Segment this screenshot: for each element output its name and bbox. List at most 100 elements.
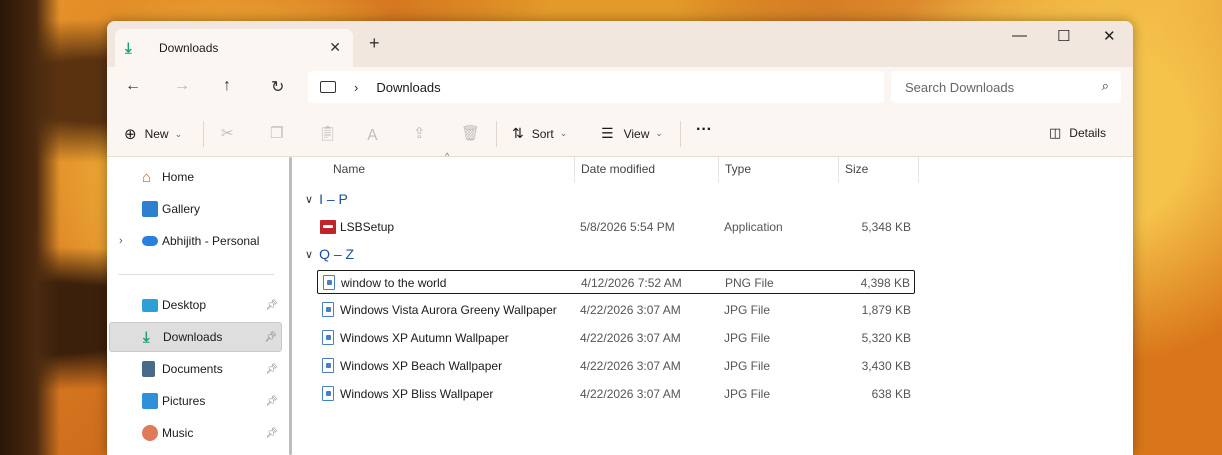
command-bar: ⊕ New ⌄ ✂ ❐ 📋︎ Ａ ⇪ 🗑︎ ⇅ Sort ⌄ ☰ View ⌄ … bbox=[107, 111, 1133, 157]
pane-splitter[interactable] bbox=[289, 157, 293, 455]
column-header-date-modified[interactable]: Date modified bbox=[581, 162, 655, 176]
sidebar-item-desktop[interactable]: Desktop 📌︎ bbox=[109, 290, 282, 320]
forward-button[interactable]: → bbox=[174, 77, 190, 95]
pin-icon[interactable]: 📌︎ bbox=[265, 396, 278, 407]
music-icon bbox=[142, 425, 158, 441]
up-button[interactable]: ↑ bbox=[223, 77, 231, 95]
table-row[interactable]: LSBSetup 5/8/2026 5:54 PM Application 5,… bbox=[317, 215, 915, 239]
column-divider[interactable] bbox=[918, 157, 919, 183]
desktop-icon bbox=[142, 299, 158, 312]
gallery-icon bbox=[142, 201, 158, 217]
file-date: 4/22/2026 3:07 AM bbox=[580, 331, 681, 345]
sidebar-item-label: Downloads bbox=[163, 330, 223, 344]
close-window-button[interactable]: ✕ bbox=[1103, 27, 1116, 45]
file-date: 4/22/2026 3:07 AM bbox=[580, 387, 681, 401]
details-button[interactable]: ◫ Details bbox=[1049, 125, 1106, 141]
sidebar-item-gallery[interactable]: Gallery bbox=[109, 194, 282, 224]
address-bar[interactable]: › Downloads bbox=[308, 71, 884, 103]
sidebar-item-home[interactable]: ⌂ Home bbox=[109, 162, 282, 192]
new-label: New bbox=[144, 127, 169, 141]
expand-chevron-icon[interactable]: › bbox=[119, 235, 123, 247]
file-name: LSBSetup bbox=[340, 220, 395, 234]
view-button[interactable]: ☰ View ⌄ bbox=[601, 125, 663, 142]
scrollbar[interactable] bbox=[289, 157, 292, 455]
sidebar-item-label: Abhijith - Personal bbox=[162, 234, 260, 248]
sort-button[interactable]: ⇅ Sort ⌄ bbox=[512, 125, 567, 142]
cut-icon[interactable]: ✂ bbox=[221, 124, 234, 142]
this-pc-icon bbox=[320, 81, 336, 93]
table-row[interactable]: Windows Vista Aurora Greeny Wallpaper 4/… bbox=[317, 298, 915, 322]
column-divider[interactable] bbox=[838, 157, 839, 183]
chevron-down-icon: ⌄ bbox=[559, 128, 568, 138]
group-label: I – P bbox=[319, 191, 348, 207]
table-row[interactable]: window to the world 4/12/2026 7:52 AM PN… bbox=[317, 270, 915, 294]
divider bbox=[680, 121, 681, 147]
file-name: window to the world bbox=[341, 276, 447, 290]
pin-icon[interactable]: 📌︎ bbox=[265, 300, 278, 311]
minimize-button[interactable]: — bbox=[1012, 27, 1027, 44]
column-divider[interactable] bbox=[718, 157, 719, 183]
chevron-down-icon: ⌄ bbox=[655, 128, 663, 138]
column-divider[interactable] bbox=[574, 157, 575, 183]
sidebar-item-music[interactable]: Music 📌︎ bbox=[109, 418, 282, 448]
close-tab-icon[interactable]: ✕ bbox=[329, 39, 341, 56]
column-header-size[interactable]: Size bbox=[845, 162, 868, 176]
sidebar-item-label: Music bbox=[162, 426, 194, 440]
pin-icon[interactable]: 📌︎ bbox=[265, 428, 278, 439]
sidebar-item-onedrive[interactable]: › Abhijith - Personal bbox=[109, 226, 282, 256]
sidebar-item-downloads[interactable]: ⤓ Downloads 📌︎ bbox=[109, 322, 282, 352]
pin-icon[interactable]: 📌︎ bbox=[264, 332, 277, 343]
content-area: ⌂ Home Gallery › Abhijith - Personal Des… bbox=[107, 151, 1133, 455]
image-file-icon bbox=[322, 330, 334, 345]
wallpaper-trunk bbox=[0, 0, 60, 455]
tab-downloads[interactable]: ⤓ Downloads ✕ bbox=[115, 29, 353, 67]
image-file-icon bbox=[322, 358, 334, 373]
table-row[interactable]: Windows XP Autumn Wallpaper 4/22/2026 3:… bbox=[317, 326, 915, 350]
breadcrumb-downloads[interactable]: Downloads bbox=[376, 80, 440, 95]
sidebar-item-label: Pictures bbox=[162, 394, 206, 408]
breadcrumb-chevron-icon[interactable]: › bbox=[354, 80, 358, 95]
file-type: JPG File bbox=[724, 359, 771, 373]
see-more-button[interactable]: ··· bbox=[696, 121, 712, 139]
sidebar-item-pictures[interactable]: Pictures 📌︎ bbox=[109, 386, 282, 416]
new-tab-button[interactable]: + bbox=[369, 33, 380, 54]
search-placeholder: Search Downloads bbox=[905, 79, 1015, 95]
sidebar-item-documents[interactable]: Documents 📌︎ bbox=[109, 354, 282, 384]
file-date: 4/12/2026 7:52 AM bbox=[581, 276, 682, 290]
sidebar-item-label: Home bbox=[162, 170, 195, 184]
group-header-q-z[interactable]: ∨ Q – Z bbox=[305, 246, 354, 262]
share-icon[interactable]: ⇪ bbox=[413, 124, 426, 142]
maximize-button[interactable]: ☐ bbox=[1057, 27, 1070, 45]
plus-circle-icon: ⊕ bbox=[124, 126, 137, 143]
back-button[interactable]: ← bbox=[125, 77, 141, 95]
delete-icon[interactable]: 🗑︎ bbox=[461, 124, 480, 142]
sidebar-item-label: Gallery bbox=[162, 202, 201, 216]
refresh-button[interactable]: ↻ bbox=[271, 77, 284, 97]
sort-label: Sort bbox=[531, 126, 554, 141]
navigation-pane: ⌂ Home Gallery › Abhijith - Personal Des… bbox=[107, 157, 289, 455]
column-header-type[interactable]: Type bbox=[725, 162, 751, 176]
group-header-i-p[interactable]: ∨ I – P bbox=[305, 191, 348, 207]
new-button[interactable]: ⊕ New ⌄ bbox=[124, 125, 182, 143]
file-size: 1,879 KB bbox=[861, 303, 911, 317]
sort-icon: ⇅ bbox=[512, 125, 524, 141]
table-row[interactable]: Windows XP Beach Wallpaper 4/22/2026 3:0… bbox=[317, 354, 915, 378]
details-pane-icon: ◫ bbox=[1049, 125, 1062, 140]
rename-icon[interactable]: Ａ bbox=[365, 124, 380, 145]
pin-icon[interactable]: 📌︎ bbox=[265, 364, 278, 375]
home-icon: ⌂ bbox=[142, 169, 152, 186]
group-label: Q – Z bbox=[319, 246, 355, 262]
column-header-name[interactable]: Name bbox=[333, 162, 365, 176]
file-type: Application bbox=[724, 220, 783, 234]
paste-icon[interactable]: 📋︎ bbox=[318, 124, 337, 142]
search-input[interactable]: Search Downloads ⌕ bbox=[891, 71, 1121, 103]
file-date: 4/22/2026 3:07 AM bbox=[580, 359, 681, 373]
file-name: Windows XP Autumn Wallpaper bbox=[340, 331, 509, 345]
table-row[interactable]: Windows XP Bliss Wallpaper 4/22/2026 3:0… bbox=[317, 382, 915, 406]
sort-ascending-icon: ^ bbox=[445, 151, 450, 161]
file-size: 3,430 KB bbox=[861, 359, 911, 373]
title-bar: ⤓ Downloads ✕ + — ☐ ✕ bbox=[107, 21, 1133, 67]
tab-title: Downloads bbox=[159, 41, 219, 55]
file-list: ^ Name Date modified Type Size ∨ I – P L… bbox=[297, 151, 1133, 455]
copy-icon[interactable]: ❐ bbox=[270, 124, 283, 142]
